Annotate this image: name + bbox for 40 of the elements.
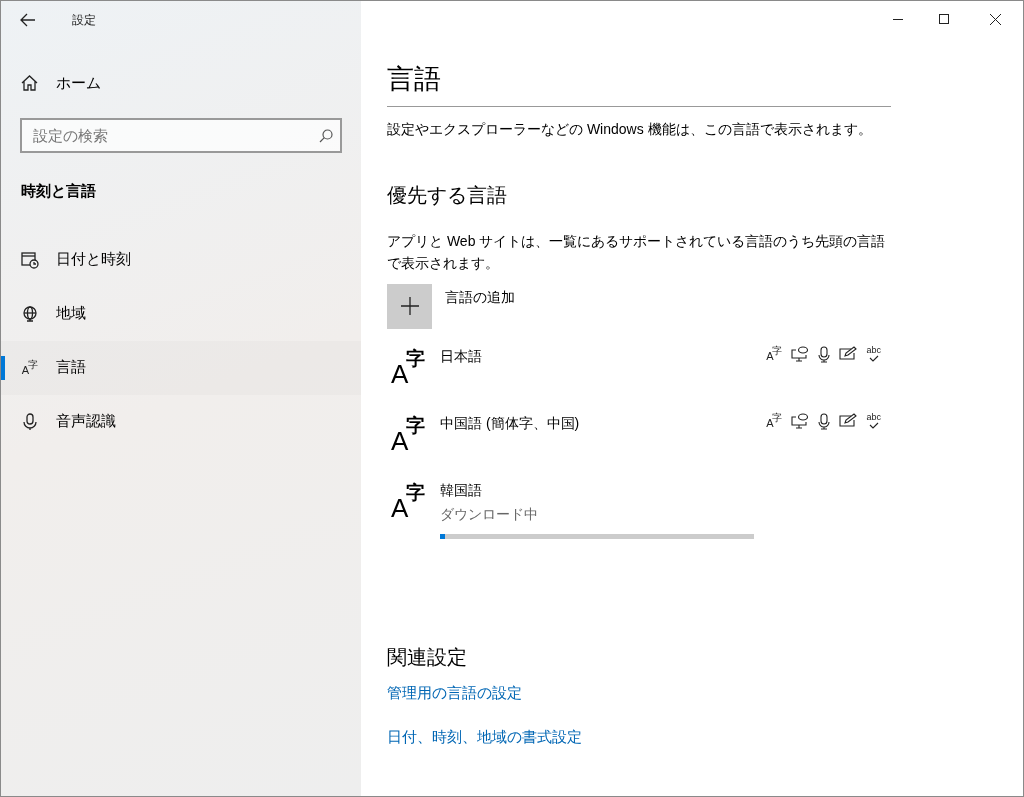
home-nav-item[interactable]: ホーム — [1, 63, 361, 103]
pen-tablet-icon — [839, 412, 858, 427]
language-name: 中国語 (簡体字、中国) — [440, 413, 580, 433]
section-description: アプリと Web サイトは、一覧にあるサポートされている言語のうち先頭の言語で表示されます。 — [387, 231, 887, 273]
section-title: 時刻と言語 — [21, 181, 97, 201]
page-description: 設定やエクスプローラーなどの Windows 機能は、この言語で表示されます。 — [387, 119, 873, 139]
pen-tablet-icon — [839, 345, 858, 360]
language-icon: A字 — [21, 359, 39, 376]
section-heading: 優先する言語 — [387, 182, 508, 208]
maximize-icon — [939, 14, 949, 24]
microphone-icon — [818, 412, 831, 430]
add-language-label: 言語の追加 — [445, 287, 515, 307]
microphone-icon — [818, 345, 831, 363]
section-heading: 関連設定 — [387, 644, 468, 670]
speech-display-icon — [791, 412, 810, 429]
search-icon — [319, 129, 333, 143]
home-icon — [21, 75, 38, 91]
plus-icon — [400, 297, 419, 315]
download-status: ダウンロード中 — [440, 504, 539, 524]
language-pack-icon: A字 — [766, 345, 783, 362]
search-field[interactable]: 設定の検索 — [20, 118, 342, 153]
page-title: 言語 — [387, 59, 891, 107]
sidebar-nav-item[interactable]: A字 言語 — [1, 340, 361, 395]
sidebar-nav-item[interactable]: 地域 — [1, 286, 361, 341]
minimize-icon — [893, 18, 903, 20]
back-arrow-icon — [20, 13, 36, 27]
speech-display-icon — [791, 345, 810, 362]
sidebar-nav-item[interactable]: 日付と時刻 — [1, 232, 361, 287]
close-icon — [989, 13, 1001, 25]
settings-link[interactable]: 日付、時刻、地域の書式設定 — [387, 726, 582, 749]
language-name: 韓国語 — [440, 480, 482, 500]
sidebar-nav-item[interactable]: 音声認識 — [1, 394, 361, 449]
window-title: 設定 — [72, 12, 96, 29]
globe-icon — [21, 304, 39, 323]
add-language-button[interactable] — [387, 283, 432, 329]
microphone-icon — [22, 412, 38, 431]
settings-link[interactable]: 管理用の言語の設定 — [387, 681, 522, 704]
language-name: 日本語 — [440, 346, 482, 366]
calendar-clock-icon — [21, 250, 39, 269]
language-pack-icon: A字 — [766, 412, 783, 429]
